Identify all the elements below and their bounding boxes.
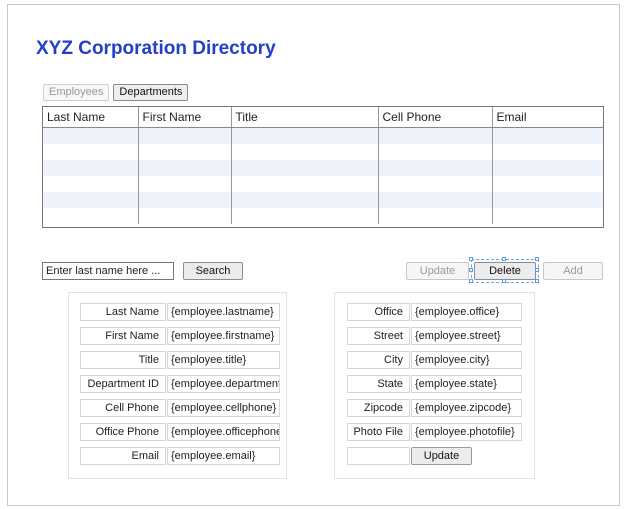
- field-label: Last Name: [80, 303, 166, 321]
- email-field[interactable]: {employee.email}: [167, 447, 280, 465]
- resize-handle[interactable]: [535, 279, 539, 283]
- table-cell: [231, 127, 379, 144]
- table-row[interactable]: [43, 144, 603, 160]
- first-name-field[interactable]: {employee.firstname}: [167, 327, 280, 345]
- table-row[interactable]: [43, 192, 603, 208]
- employee-details-panel: Last Name {employee.lastname} First Name…: [68, 292, 287, 479]
- table-cell: [492, 144, 603, 160]
- search-button[interactable]: Search: [183, 262, 243, 280]
- field-label: Email: [80, 447, 166, 465]
- table-cell: [378, 192, 493, 208]
- field-label: Cell Phone: [80, 399, 166, 417]
- office-field[interactable]: {employee.office}: [411, 303, 522, 321]
- resize-handle[interactable]: [535, 257, 539, 261]
- table-cell: [138, 160, 232, 176]
- table-row[interactable]: [43, 160, 603, 176]
- photo-file-field[interactable]: {employee.photofile}: [411, 423, 522, 441]
- address-details-panel: Office {employee.office} Street {employe…: [334, 292, 535, 479]
- field-label: City: [347, 351, 410, 369]
- street-field[interactable]: {employee.street}: [411, 327, 522, 345]
- last-name-search-input[interactable]: [42, 262, 174, 280]
- table-cell: [43, 208, 139, 224]
- page-title: XYZ Corporation Directory: [36, 38, 276, 59]
- table-cell: [138, 144, 232, 160]
- city-field[interactable]: {employee.city}: [411, 351, 522, 369]
- field-label: Title: [80, 351, 166, 369]
- state-field[interactable]: {employee.state}: [411, 375, 522, 393]
- table-cell: [492, 176, 603, 192]
- table-cell: [43, 192, 139, 208]
- tab-employees[interactable]: Employees: [43, 84, 110, 101]
- field-label: First Name: [80, 327, 166, 345]
- table-cell: [231, 160, 379, 176]
- column-header-first-name[interactable]: First Name: [138, 107, 232, 128]
- resize-handle[interactable]: [469, 279, 473, 283]
- field-label: Street: [347, 327, 410, 345]
- table-cell: [138, 192, 232, 208]
- app-window: XYZ Corporation Directory Employees Depa…: [7, 4, 620, 506]
- column-header-cell-phone[interactable]: Cell Phone: [378, 107, 493, 128]
- resize-handle[interactable]: [469, 268, 473, 272]
- field-label: Photo File: [347, 423, 410, 441]
- last-name-field[interactable]: {employee.lastname}: [167, 303, 280, 321]
- grid-header-row: Last Name First Name Title Cell Phone Em…: [43, 107, 603, 128]
- resize-handle[interactable]: [535, 268, 539, 272]
- table-cell: [43, 144, 139, 160]
- table-cell: [231, 144, 379, 160]
- office-phone-field[interactable]: {employee.officephone}: [167, 423, 280, 441]
- column-header-email[interactable]: Email: [492, 107, 603, 128]
- table-cell: [378, 176, 493, 192]
- table-row[interactable]: [43, 176, 603, 192]
- table-cell: [231, 192, 379, 208]
- title-field[interactable]: {employee.title}: [167, 351, 280, 369]
- resize-handle[interactable]: [469, 257, 473, 261]
- table-cell: [492, 160, 603, 176]
- resize-handle[interactable]: [502, 257, 506, 261]
- form-update-button[interactable]: Update: [411, 447, 472, 465]
- table-cell: [43, 176, 139, 192]
- table-cell: [378, 127, 493, 144]
- table-cell: [231, 176, 379, 192]
- field-label: Department ID: [80, 375, 166, 393]
- table-cell: [492, 208, 603, 224]
- zipcode-field[interactable]: {employee.zipcode}: [411, 399, 522, 417]
- table-cell: [138, 208, 232, 224]
- table-cell: [43, 160, 139, 176]
- department-id-field[interactable]: {employee.departmenti: [167, 375, 280, 393]
- table-cell: [138, 176, 232, 192]
- cell-phone-field[interactable]: {employee.cellphone}: [167, 399, 280, 417]
- update-button[interactable]: Update: [406, 262, 469, 280]
- table-cell: [378, 208, 493, 224]
- table-row[interactable]: [43, 127, 603, 144]
- column-header-title[interactable]: Title: [231, 107, 379, 128]
- field-label: Zipcode: [347, 399, 410, 417]
- field-label: State: [347, 375, 410, 393]
- empty-label-cell: [347, 447, 410, 465]
- table-cell: [492, 127, 603, 144]
- table-cell: [43, 127, 139, 144]
- table-cell: [231, 208, 379, 224]
- employee-grid[interactable]: Last Name First Name Title Cell Phone Em…: [42, 106, 604, 228]
- field-label: Office: [347, 303, 410, 321]
- field-label: Office Phone: [80, 423, 166, 441]
- table-cell: [138, 127, 232, 144]
- tab-departments[interactable]: Departments: [113, 84, 189, 101]
- table-row[interactable]: [43, 208, 603, 224]
- table-cell: [492, 192, 603, 208]
- add-button[interactable]: Add: [543, 262, 603, 280]
- resize-handle[interactable]: [502, 279, 506, 283]
- table-cell: [378, 144, 493, 160]
- column-header-last-name[interactable]: Last Name: [43, 107, 139, 128]
- tab-bar: Employees Departments: [43, 84, 189, 101]
- table-cell: [378, 160, 493, 176]
